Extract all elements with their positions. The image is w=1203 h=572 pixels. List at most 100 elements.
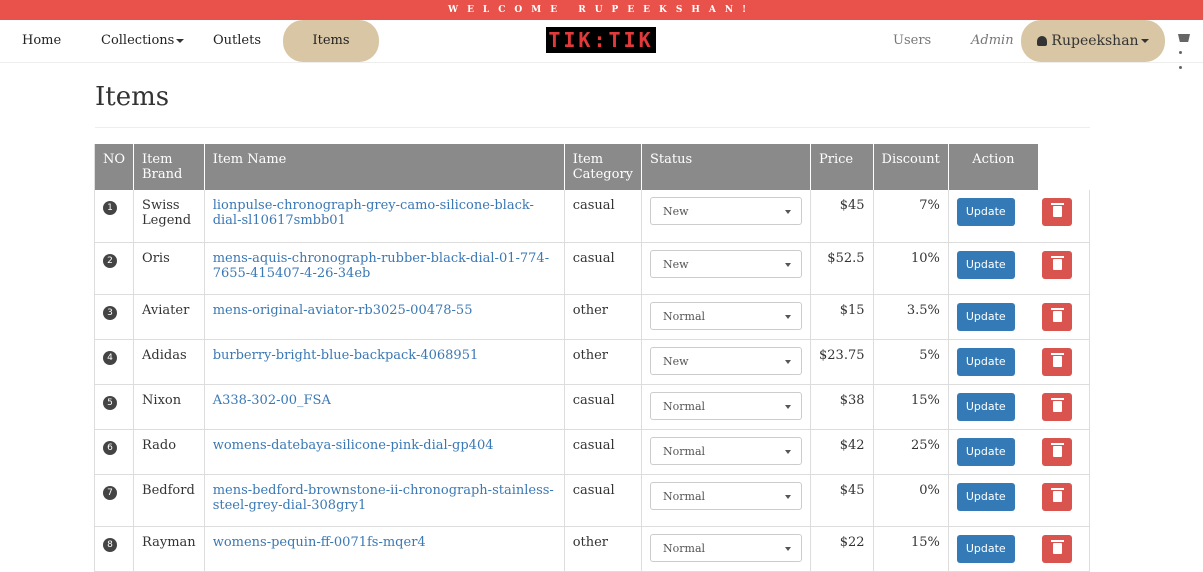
status-select[interactable]: Normal bbox=[650, 481, 803, 510]
discount-cell: 15% bbox=[873, 384, 949, 430]
update-button[interactable]: Update bbox=[956, 392, 1015, 421]
header-price: Price bbox=[810, 144, 874, 190]
item-name-link[interactable]: burberry-bright-blue-backpack-4068951 bbox=[213, 348, 479, 363]
row-number-cell: 1 bbox=[93, 190, 135, 243]
delete-cell bbox=[1038, 242, 1091, 295]
nav-outlets-link[interactable]: Outlets bbox=[213, 20, 261, 62]
delete-button[interactable] bbox=[1042, 347, 1073, 376]
trash-icon bbox=[1050, 539, 1064, 554]
delete-button[interactable] bbox=[1042, 534, 1073, 563]
action-cell: Update bbox=[948, 242, 1039, 295]
nav-collections-dropdown[interactable]: Collections bbox=[101, 20, 185, 62]
status-cell: Normal bbox=[641, 384, 812, 430]
nav-admin-link[interactable]: Admin bbox=[971, 20, 1014, 62]
trash-icon bbox=[1050, 352, 1064, 367]
item-brand-cell: Rayman bbox=[133, 526, 205, 572]
price-cell: $42 bbox=[810, 429, 874, 475]
update-button[interactable]: Update bbox=[956, 302, 1015, 331]
item-name-link[interactable]: mens-bedford-brownstone-ii-chronograph-s… bbox=[213, 483, 554, 513]
item-brand-cell: Nixon bbox=[133, 384, 205, 430]
status-select[interactable]: Normal bbox=[650, 436, 803, 465]
action-cell: Update bbox=[948, 190, 1039, 243]
item-brand-cell: Swiss Legend bbox=[133, 190, 205, 243]
table-row: 3 Aviater mens-original-aviator-rb3025-004… bbox=[93, 294, 1091, 340]
nav-users-link[interactable]: Users bbox=[893, 20, 931, 62]
price-cell: $22 bbox=[810, 526, 874, 572]
nav-home-link[interactable]: Home bbox=[22, 20, 61, 62]
chevron-down-icon bbox=[785, 404, 792, 409]
row-number-cell: 3 bbox=[93, 294, 135, 340]
row-number-cell: 8 bbox=[93, 526, 135, 572]
item-category-cell: other bbox=[564, 526, 643, 572]
price-cell: $15 bbox=[810, 294, 874, 340]
action-cell: Update bbox=[948, 294, 1039, 340]
chevron-down-icon bbox=[785, 449, 792, 454]
row-number-badge: 4 bbox=[103, 350, 117, 365]
items-table: NO Item Brand Item Name Item Category St… bbox=[93, 144, 1091, 572]
delete-cell bbox=[1038, 339, 1091, 385]
status-selected-value: Normal bbox=[663, 444, 706, 458]
update-button[interactable]: Update bbox=[956, 534, 1015, 563]
item-brand-cell: Oris bbox=[133, 242, 205, 295]
welcome-banner: WELCOME RUPEEKSHAN! bbox=[0, 0, 1203, 20]
delete-button[interactable] bbox=[1042, 198, 1073, 226]
user-name: Rupeekshan bbox=[1051, 33, 1139, 49]
action-cell: Update bbox=[948, 339, 1039, 385]
status-cell: Normal bbox=[641, 294, 812, 340]
update-button[interactable]: Update bbox=[956, 250, 1015, 279]
item-brand-cell: Aviater bbox=[133, 294, 205, 340]
trash-icon bbox=[1050, 307, 1064, 322]
update-button[interactable]: Update bbox=[956, 437, 1015, 466]
status-selected-value: New bbox=[663, 205, 689, 218]
status-select[interactable]: New bbox=[650, 197, 803, 225]
status-select[interactable]: New bbox=[650, 346, 803, 375]
status-cell: New bbox=[641, 339, 812, 385]
trash-icon bbox=[1050, 487, 1064, 502]
nav-collections-label: Collections bbox=[101, 33, 175, 48]
delete-button[interactable] bbox=[1042, 482, 1073, 511]
delete-button[interactable] bbox=[1042, 302, 1073, 331]
row-number-cell: 7 bbox=[93, 474, 135, 527]
item-name-link[interactable]: lionpulse-chronograph-grey-camo-silicone… bbox=[213, 198, 534, 228]
user-menu-dropdown[interactable]: Rupeekshan bbox=[1021, 20, 1165, 62]
delete-cell bbox=[1038, 429, 1091, 475]
delete-cell bbox=[1038, 294, 1091, 340]
row-number-badge: 2 bbox=[103, 253, 117, 268]
status-select[interactable]: New bbox=[650, 249, 803, 278]
item-name-link[interactable]: mens-original-aviator-rb3025-00478-55 bbox=[213, 303, 473, 318]
item-name-link[interactable]: A338-302-00_FSA bbox=[213, 393, 331, 408]
trash-icon bbox=[1050, 397, 1064, 412]
update-button[interactable]: Update bbox=[956, 347, 1015, 376]
status-select[interactable]: Normal bbox=[650, 301, 803, 330]
title-divider bbox=[95, 127, 1090, 128]
row-number-badge: 6 bbox=[103, 440, 117, 455]
update-button[interactable]: Update bbox=[956, 198, 1015, 226]
nav-items-link-active[interactable]: Items bbox=[283, 20, 379, 62]
item-name-cell: womens-pequin-ff-0071fs-mqer4 bbox=[204, 526, 565, 572]
status-selected-value: Normal bbox=[663, 489, 706, 503]
delete-button[interactable] bbox=[1042, 392, 1073, 421]
chevron-down-icon bbox=[785, 262, 792, 267]
header-name: Item Name bbox=[204, 144, 565, 190]
action-cell: Update bbox=[948, 474, 1039, 527]
update-button[interactable]: Update bbox=[956, 482, 1015, 511]
delete-cell bbox=[1038, 526, 1091, 572]
status-select[interactable]: Normal bbox=[650, 533, 803, 562]
item-name-cell: mens-aquis-chronograph-rubber-black-dial… bbox=[204, 242, 565, 295]
item-category-cell: casual bbox=[564, 190, 643, 243]
delete-button[interactable] bbox=[1042, 437, 1073, 466]
item-category-cell: casual bbox=[564, 429, 643, 475]
status-select[interactable]: Normal bbox=[650, 391, 803, 420]
item-name-link[interactable]: mens-aquis-chronograph-rubber-black-dial… bbox=[213, 251, 549, 281]
tiktik-logo[interactable]: TIK:TIK bbox=[546, 27, 656, 53]
discount-cell: 7% bbox=[873, 190, 949, 243]
table-row: 8 Rayman womens-pequin-ff-0071fs-mqer4 othe… bbox=[93, 526, 1091, 572]
chevron-down-icon bbox=[1140, 39, 1149, 43]
cart-icon[interactable] bbox=[1178, 34, 1190, 42]
item-name-link[interactable]: womens-datebaya-silicone-pink-dial-gp404 bbox=[213, 438, 494, 453]
discount-cell: 25% bbox=[873, 429, 949, 475]
price-cell: $45 bbox=[810, 474, 874, 527]
item-name-link[interactable]: womens-pequin-ff-0071fs-mqer4 bbox=[213, 535, 426, 550]
item-name-cell: womens-datebaya-silicone-pink-dial-gp404 bbox=[204, 429, 565, 475]
delete-button[interactable] bbox=[1042, 250, 1073, 279]
